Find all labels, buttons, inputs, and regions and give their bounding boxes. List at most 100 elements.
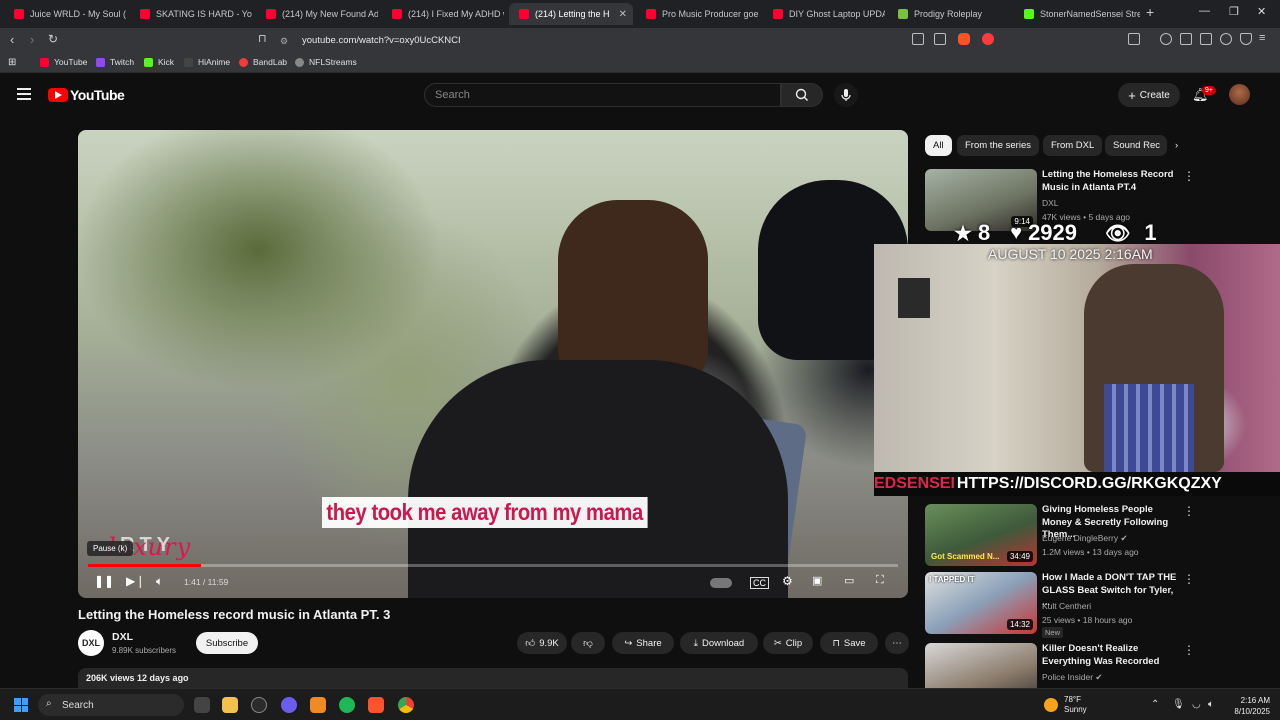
miniplayer-icon[interactable]: ▣ (812, 574, 822, 587)
bookmark-bandlab[interactable]: BandLab (239, 57, 287, 67)
brave-rewards-icon[interactable] (982, 33, 994, 45)
taskbar-clock[interactable]: 2:16 AM 8/10/2025 (1226, 695, 1270, 717)
browser-tab[interactable]: Juice WRLD - My Soul (Un (4, 3, 126, 25)
pause-icon[interactable]: ❚❚ (94, 574, 114, 588)
sidebar-icon[interactable] (1128, 33, 1140, 45)
new-tab-icon[interactable]: + (1146, 4, 1154, 20)
save-button[interactable]: ⊓ Save (820, 632, 878, 654)
chip-from-series[interactable]: From the series (957, 135, 1039, 156)
vpn-icon[interactable] (1240, 33, 1252, 45)
back-icon[interactable]: ‹ (10, 32, 14, 47)
more-actions-icon[interactable]: ⋮ (1183, 169, 1195, 183)
restore-icon[interactable]: ❐ (1229, 5, 1239, 18)
close-tab-icon[interactable]: ✕ (619, 9, 627, 20)
bookmark-youtube[interactable]: YouTube (40, 57, 87, 67)
search-button[interactable] (781, 83, 823, 107)
more-actions-icon[interactable]: ⋮ (1183, 572, 1195, 586)
next-icon[interactable]: ▶❘ (126, 574, 145, 588)
more-actions-icon[interactable]: ⋮ (1183, 504, 1195, 518)
more-actions-button[interactable]: ⋯ (885, 632, 909, 654)
window-close-icon[interactable]: ✕ (1257, 5, 1266, 18)
menu-icon[interactable]: ≡ (1259, 32, 1265, 44)
settings-gear-icon[interactable]: ⚙ (782, 574, 793, 588)
like-button[interactable]: 👍︎ 9.9K (517, 632, 567, 654)
discord-icon[interactable] (281, 697, 297, 713)
dislike-button[interactable]: 👎︎ (571, 632, 605, 654)
recommendation-title[interactable]: Letting the Homeless Record Music in Atl… (1042, 169, 1182, 194)
user-avatar[interactable] (1229, 84, 1250, 105)
video-thumbnail[interactable] (925, 643, 1037, 688)
recommendation-channel[interactable]: DXL (1042, 198, 1059, 208)
share-button[interactable]: ↪ Share (612, 632, 674, 654)
taskbar-search[interactable]: ⌕ Search (38, 694, 184, 716)
subscribe-button[interactable]: Subscribe (196, 632, 258, 654)
extensions-icon[interactable] (1220, 33, 1232, 45)
spotify-icon[interactable] (339, 697, 355, 713)
theater-mode-icon[interactable]: ▭ (844, 574, 854, 587)
download-button[interactable]: ⤓ Download (680, 632, 758, 654)
recommendation-title[interactable]: Killer Doesn't Realize Everything Was Re… (1042, 643, 1182, 668)
recommendation-item[interactable]: Killer Doesn't Realize Everything Was Re… (925, 643, 1270, 688)
address-bar[interactable]: ⚙ youtube.com/watch?v=oxy0UcCKNCI (280, 31, 1000, 50)
chip-from-dxl[interactable]: From DXL (1043, 135, 1103, 156)
speaker-icon[interactable]: 🔈︎ (1208, 699, 1214, 710)
split-view-icon[interactable] (1180, 33, 1192, 45)
recommendation-channel[interactable]: Police Insider ✔ (1042, 672, 1103, 683)
task-view-icon[interactable] (194, 697, 210, 713)
apps-grid-icon[interactable]: ⊞ (8, 57, 16, 68)
minimize-icon[interactable]: — (1199, 5, 1210, 17)
windows-start-icon[interactable] (14, 698, 28, 712)
tray-chevron-icon[interactable]: ⌃ (1151, 699, 1159, 710)
video-thumbnail[interactable]: Got Scammed N... 34:49 (925, 504, 1037, 566)
channel-name[interactable]: DXL (112, 631, 133, 643)
weather-widget[interactable]: 78°F Sunny (1044, 695, 1087, 715)
recommendation-item[interactable]: I TAPPED IT 14:32 How I Made a DON'T TAP… (925, 572, 1270, 638)
voice-search-button[interactable] (834, 83, 858, 107)
site-info-icon[interactable]: ⚙ (280, 36, 290, 46)
wallet-icon[interactable] (1200, 33, 1212, 45)
captions-icon[interactable]: CC (750, 577, 769, 589)
fullscreen-icon[interactable]: ⛶ (876, 574, 884, 587)
clip-button[interactable]: ✂ Clip (763, 632, 813, 654)
bookmark-nflstreams[interactable]: NFLStreams (295, 57, 357, 67)
browser-tab[interactable]: (214) I Fixed My ADHD wi (382, 3, 504, 25)
youtube-logo[interactable]: YouTube (48, 87, 125, 103)
share-page-icon[interactable] (934, 33, 946, 45)
fl-studio-icon[interactable] (310, 697, 326, 713)
bookmark-kick[interactable]: Kick (144, 57, 174, 67)
autoplay-toggle[interactable] (710, 578, 732, 588)
create-button[interactable]: + Create (1118, 83, 1180, 107)
reload-icon[interactable]: ↻ (48, 32, 58, 46)
browser-tab[interactable]: Pro Music Producer goes (636, 3, 758, 25)
app-icon[interactable] (251, 697, 267, 713)
recommendation-channel[interactable]: Eugene DingleBerry ✔ (1042, 533, 1128, 544)
search-input[interactable]: Search (424, 83, 781, 107)
progress-bar[interactable] (88, 564, 898, 567)
browser-tab[interactable]: StonerNamedSensei Strea (1014, 3, 1140, 25)
browser-tab[interactable]: (214) My New Found Addi (256, 3, 378, 25)
recommendation-item[interactable]: Got Scammed N... 34:49 Giving Homeless P… (925, 504, 1270, 568)
video-player[interactable]: RTY luxury they took me away from my mam… (78, 130, 908, 598)
brave-shield-icon[interactable] (958, 33, 970, 45)
bookmark-icon[interactable]: ⊓ (258, 32, 267, 45)
browser-tab[interactable]: SKATING IS HARD - YouTu (130, 3, 252, 25)
cast-icon[interactable] (912, 33, 924, 45)
bookmark-twitch[interactable]: Twitch (96, 57, 134, 67)
forward-icon[interactable]: › (30, 32, 34, 47)
chips-next-icon[interactable]: › (1167, 135, 1186, 156)
bookmark-hianime[interactable]: HiAnime (184, 57, 230, 67)
wifi-icon[interactable]: ◡ (1192, 699, 1201, 710)
recommendation-channel[interactable]: Kult Centheri (1042, 601, 1091, 611)
hamburger-menu-icon[interactable] (17, 88, 31, 100)
browser-tab[interactable]: DIY Ghost Laptop UPDATE (763, 3, 885, 25)
file-explorer-icon[interactable] (222, 697, 238, 713)
music-icon[interactable] (1160, 33, 1172, 45)
chrome-icon[interactable] (398, 697, 414, 713)
brave-browser-icon[interactable] (368, 697, 384, 713)
mic-tray-icon[interactable]: 🎙︎ (1172, 699, 1185, 710)
channel-avatar[interactable]: DXL (78, 630, 104, 656)
browser-tab[interactable]: Prodigy Roleplay (888, 3, 1010, 25)
browser-tab-active[interactable]: (214) Letting the H ✕ (509, 3, 633, 25)
video-thumbnail[interactable]: I TAPPED IT 14:32 (925, 572, 1037, 634)
more-actions-icon[interactable]: ⋮ (1183, 643, 1195, 657)
